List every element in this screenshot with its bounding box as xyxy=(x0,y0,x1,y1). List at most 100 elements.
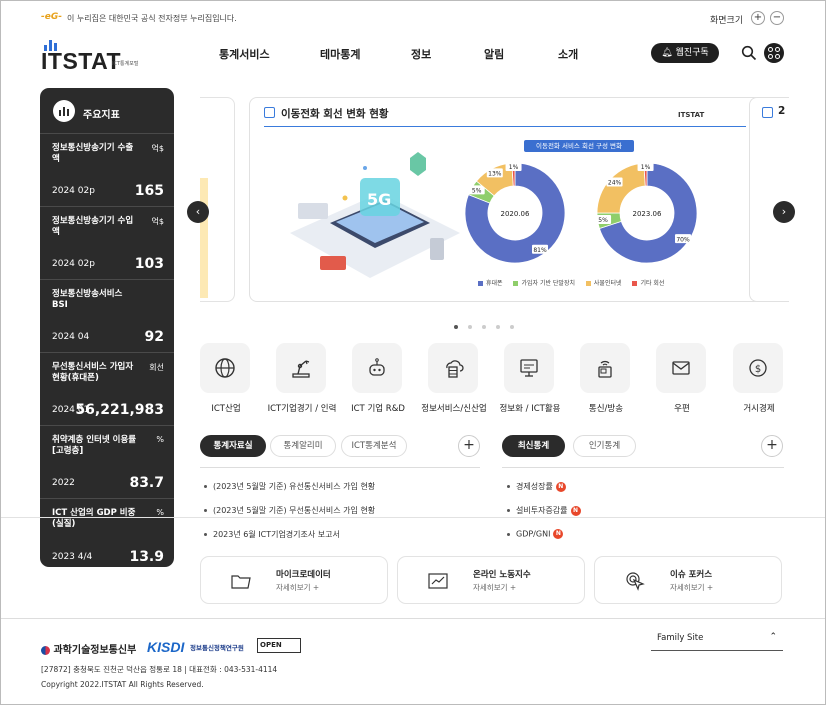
gov-banner-text: 이 누리집은 대한민국 공식 전자정부 누리집입니다. xyxy=(67,14,237,23)
key-indicators-header: 주요지표 xyxy=(40,88,174,134)
slide-card[interactable]: 이동전화 회선 변화 현황 ITSTAT 5G 이동전화 서비스 회선 구성 변… xyxy=(249,97,762,302)
donut-center-label: 2023.06 xyxy=(633,210,662,218)
quick-link-microdata[interactable]: 마이크로데이터 자세히보기 + xyxy=(200,556,388,604)
pagination-dot[interactable] xyxy=(496,325,500,329)
category-info-service[interactable]: 정보서비스/신산업 xyxy=(416,343,492,419)
nav-about[interactable]: 소개 xyxy=(558,46,578,62)
cloud-server-icon xyxy=(446,360,464,378)
webzine-label: 웹진구독 xyxy=(675,48,709,58)
legend-item: 사물인터넷 xyxy=(585,280,622,287)
kpi-date: 2023 4/4 xyxy=(52,552,93,562)
kpi-name: 취약계층 인터넷 이용률 [고령층] xyxy=(52,435,137,456)
footer-copyright: Copyright 2022.ITSTAT All Rights Reserve… xyxy=(41,680,204,689)
tab-stat-alert[interactable]: 통계알리미 xyxy=(270,435,336,457)
list-item[interactable]: GDP/GNI N xyxy=(507,529,564,539)
nav-stat-service[interactable]: 통계서비스 xyxy=(219,46,270,62)
kisdi-logo[interactable]: KISDI xyxy=(147,639,184,655)
kpi-name: 정보통신방송서비스 BSI xyxy=(52,289,123,310)
kpi-unit: 회선 xyxy=(149,363,164,372)
category-postal[interactable]: 우편 xyxy=(644,343,720,419)
kpi-item[interactable]: ICT 산업의 GDP 비중 (실질) % 2023 4/4 13.9 xyxy=(40,499,174,567)
svg-text:$: $ xyxy=(755,364,761,375)
list-item[interactable]: 경제성장률 N xyxy=(507,481,566,492)
kpi-item[interactable]: 정보통신방송기기 수출액 억$ 2024 02p 165 xyxy=(40,134,174,207)
kpi-item[interactable]: 정보통신방송서비스 BSI 2024 04 92 xyxy=(40,280,174,353)
tab-popular-stats[interactable]: 인기통계 xyxy=(573,435,636,457)
category-label: 정보화 / ICT활용 xyxy=(499,404,561,414)
slider-prev-button[interactable]: ‹ xyxy=(187,201,209,223)
money-icon: $ xyxy=(749,359,767,377)
slider-next-button[interactable]: › xyxy=(773,201,795,223)
pagination-dot[interactable] xyxy=(482,325,486,329)
quick-link-labor-index[interactable]: 온라인 노동지수 자세히보기 + xyxy=(397,556,585,604)
kpi-item[interactable]: 취약계층 인터넷 이용률 [고령층] % 2022 83.7 xyxy=(40,426,174,499)
external-link-icon xyxy=(264,107,275,118)
pagination-dot[interactable] xyxy=(510,325,514,329)
category-rnd[interactable]: ICT 기업 R&D xyxy=(340,343,416,419)
new-badge: N xyxy=(553,529,564,539)
webzine-subscribe-button[interactable]: 🔔︎ 웹진구독 xyxy=(651,43,719,63)
category-telecom-broadcast[interactable]: 통신/방송 xyxy=(568,343,644,419)
legend-item: 휴대폰 xyxy=(478,280,503,287)
list-item[interactable]: (2023년 5월말 기준) 무선통신서비스 가입 현황 xyxy=(204,505,375,516)
category-business-workforce[interactable]: ICT기업경기 / 인력 xyxy=(264,343,340,419)
kpi-item[interactable]: 정보통신방송기기 수입액 억$ 2024 02p 103 xyxy=(40,207,174,280)
category-label: ICT산업 xyxy=(211,404,241,414)
slide-prev-peek[interactable] xyxy=(200,97,235,302)
quick-link-title: 이슈 포커스 xyxy=(670,570,713,580)
kpi-date: 2022 xyxy=(52,478,75,488)
globe-icon xyxy=(215,358,235,378)
category-informatization[interactable]: 정보화 / ICT활용 xyxy=(492,343,568,419)
slider-pagination xyxy=(454,314,524,333)
nav-info[interactable]: 정보 xyxy=(411,46,431,62)
zoom-out-button[interactable]: − xyxy=(770,11,784,25)
key-indicators-title: 주요지표 xyxy=(83,110,120,121)
more-right-button[interactable]: + xyxy=(761,435,783,457)
pagination-dot[interactable] xyxy=(468,325,472,329)
family-site-select[interactable]: Family Site ⌃ xyxy=(651,630,783,651)
donut-chart-2020: 81% 5% 13% 1% 2020.06 xyxy=(464,162,566,264)
pagination-dot[interactable] xyxy=(454,325,458,329)
site-logo[interactable]: ITSTAT ICT통계포털 xyxy=(41,39,161,74)
list-item[interactable]: 2023년 6월 ICT기업경기조사 보고서 xyxy=(204,529,340,540)
category-label: 거시경제 xyxy=(743,404,775,414)
tab-ict-analysis[interactable]: ICT통계분석 xyxy=(341,435,407,457)
kpi-value: 83.7 xyxy=(129,475,164,491)
page: -eG- 이 누리집은 대한민국 공식 전자정부 누리집입니다. 화면크기 + … xyxy=(0,0,826,705)
category-ict-industry[interactable]: ICT산업 xyxy=(188,343,264,419)
new-badge: N xyxy=(570,505,581,516)
chevron-up-icon: ⌃ xyxy=(769,632,777,642)
donut-slice-label: 5% xyxy=(598,217,608,224)
nav-notice[interactable]: 알림 xyxy=(484,46,504,62)
zoom-in-button[interactable]: + xyxy=(751,11,765,25)
slide-watermark: ITSTAT xyxy=(678,111,705,119)
nav-theme-stat[interactable]: 테마통계 xyxy=(320,46,360,62)
list-item[interactable]: (2023년 5월말 기준) 유선통신서비스 가입 현황 xyxy=(204,481,375,492)
kpi-item[interactable]: 무선통신서비스 가입자 현황(휴대폰) 회선 2024 01 56,221,98… xyxy=(40,353,174,426)
search-icon[interactable] xyxy=(741,45,757,61)
category-label: 우편 xyxy=(674,404,690,414)
donut-slice-label: 70% xyxy=(676,236,690,243)
ministry-logo[interactable]: 과학기술정보통신부 xyxy=(41,641,136,656)
list-item[interactable]: 설비투자증감률 N xyxy=(507,505,581,516)
tab-latest-stats[interactable]: 최신통계 xyxy=(502,435,565,457)
donut-center-label: 2020.06 xyxy=(501,210,530,218)
legend-item: 기타 회선 xyxy=(632,280,664,287)
quick-link-more: 자세히보기 + xyxy=(670,583,714,592)
taegeuk-icon xyxy=(41,645,50,655)
quick-link-title: 마이크로데이터 xyxy=(276,570,331,580)
brand-subtitle: ICT통계포털 xyxy=(112,61,139,67)
open-license-badge: OPEN xyxy=(257,638,301,653)
family-site-label: Family Site xyxy=(657,633,704,643)
category-macro-economy[interactable]: $ 거시경제 xyxy=(721,343,797,419)
quick-link-issue-focus[interactable]: 이슈 포커스 자세히보기 + xyxy=(594,556,782,604)
tab-stat-library[interactable]: 통계자료실 xyxy=(200,435,266,457)
gov-banner: -eG- 이 누리집은 대한민국 공식 전자정부 누리집입니다. 화면크기 + … xyxy=(1,1,825,37)
more-left-button[interactable]: + xyxy=(458,435,480,457)
kpi-value: 103 xyxy=(134,256,164,272)
quick-link-more: 자세히보기 + xyxy=(473,583,517,592)
brand-name: ITSTAT xyxy=(41,48,122,74)
slide-next-peek[interactable]: 2 xyxy=(749,97,789,302)
kpi-name: 무선통신서비스 가입자 현황(휴대폰) xyxy=(52,362,134,383)
apps-menu-icon[interactable] xyxy=(764,43,784,63)
